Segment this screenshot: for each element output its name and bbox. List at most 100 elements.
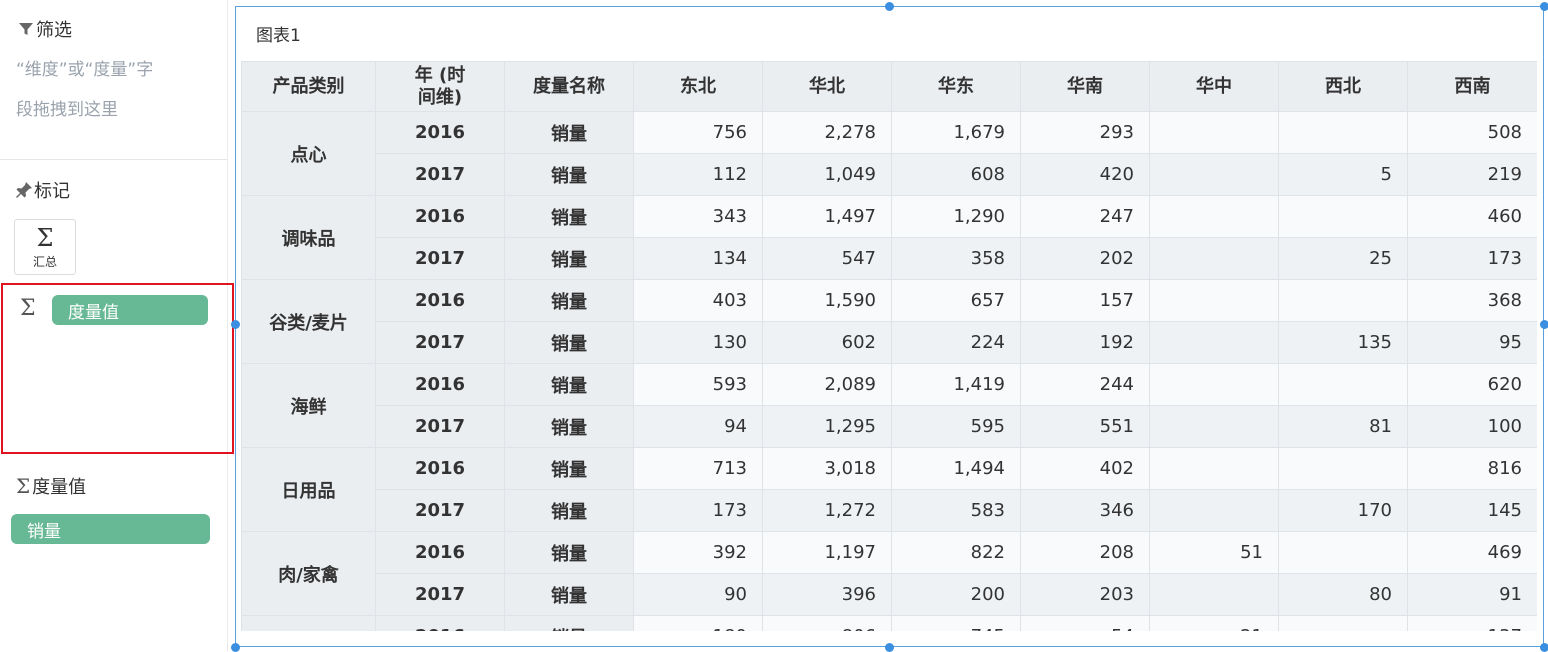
table-row: 2017 销量 90 396 200 203 80 91 bbox=[242, 573, 1537, 616]
value-cell bbox=[1149, 489, 1279, 532]
pivot-table-scroll[interactable]: 产品类别年 (时间维) 度量名称 东北 华北 华东 华南 华中 西北 西南 点心 2016 销量 75… bbox=[241, 61, 1537, 631]
year-cell: 2017 bbox=[375, 321, 505, 364]
value-cell bbox=[1149, 405, 1279, 448]
value-cell: 157 bbox=[1020, 279, 1150, 322]
value-cell bbox=[1278, 111, 1408, 154]
filter-drop-hint[interactable]: “维度”或“度量”字 段拖拽到这里 bbox=[16, 50, 216, 130]
table-body: 点心 2016 销量 756 2,278 1,679 293 508 2017 销量 112 1,04… bbox=[241, 111, 1537, 631]
column-header[interactable]: 西北 bbox=[1278, 61, 1408, 112]
value-cell: 100 bbox=[1407, 405, 1537, 448]
column-header[interactable]: 度量名称 bbox=[504, 61, 634, 112]
measure-name-cell: 销量 bbox=[504, 531, 634, 574]
measure-values-title: 度量值 bbox=[32, 477, 87, 498]
table-row: 调味品 2016 销量 343 1,497 1,290 247 460 bbox=[241, 195, 1537, 280]
value-cell: 2,089 bbox=[762, 363, 892, 406]
column-header[interactable]: 华北 bbox=[762, 61, 892, 112]
category-cell: 海鲜 bbox=[241, 363, 376, 448]
year-cell: 2016 bbox=[375, 195, 505, 238]
value-cell: 583 bbox=[891, 489, 1021, 532]
column-header[interactable]: 西南 bbox=[1407, 61, 1537, 112]
value-cell: 1,494 bbox=[891, 447, 1021, 490]
column-header[interactable]: 东北 bbox=[633, 61, 763, 112]
sigma-icon: Σ bbox=[36, 223, 54, 252]
measure-name-cell: 销量 bbox=[504, 195, 634, 238]
sales-pill[interactable]: 销量 bbox=[11, 514, 210, 544]
value-cell: 593 bbox=[633, 363, 763, 406]
value-cell bbox=[1149, 363, 1279, 406]
value-cell: 1,290 bbox=[891, 195, 1021, 238]
category-cell: 日用品 bbox=[241, 447, 376, 532]
table-row: 点心 2016 销量 756 2,278 1,679 293 508 bbox=[241, 111, 1537, 196]
year-cell: 2016 bbox=[375, 615, 505, 631]
filter-hint-line2: 段拖拽到这里 bbox=[16, 100, 118, 120]
year-cell: 2016 bbox=[375, 279, 505, 322]
resize-handle-top[interactable] bbox=[885, 2, 894, 11]
measure-values-section-title: Σ 度量值 bbox=[16, 473, 86, 499]
column-header[interactable]: 产品类别 bbox=[241, 61, 376, 112]
value-cell bbox=[1149, 195, 1279, 238]
value-cell: 21 bbox=[1149, 615, 1279, 631]
measure-name-cell: 销量 bbox=[504, 363, 634, 406]
filter-section-title: 筛选 bbox=[16, 16, 72, 42]
value-cell: 112 bbox=[633, 153, 763, 196]
category-cell: 肉/家禽 bbox=[241, 531, 376, 616]
value-cell: 54 bbox=[1020, 615, 1150, 631]
year-cell: 2016 bbox=[375, 447, 505, 490]
value-cell: 1,419 bbox=[891, 363, 1021, 406]
value-cell: 396 bbox=[762, 573, 892, 616]
chart-container[interactable]: 图表1 产品类别年 (时间维) 度量名称 东北 华北 华东 华南 华中 西北 西南 点心 2016… bbox=[235, 6, 1544, 647]
value-cell: 170 bbox=[1278, 489, 1408, 532]
value-cell: 551 bbox=[1020, 405, 1150, 448]
resize-handle-right[interactable] bbox=[1540, 320, 1548, 329]
category-cell bbox=[241, 615, 376, 631]
value-cell: 224 bbox=[891, 321, 1021, 364]
category-cell: 点心 bbox=[241, 111, 376, 196]
value-cell: 81 bbox=[1278, 405, 1408, 448]
value-cell: 293 bbox=[1020, 111, 1150, 154]
value-cell: 1,295 bbox=[762, 405, 892, 448]
value-cell bbox=[1278, 279, 1408, 322]
measure-name-cell: 销量 bbox=[504, 279, 634, 322]
value-cell: 200 bbox=[891, 573, 1021, 616]
measure-name-cell: 销量 bbox=[504, 153, 634, 196]
year-cell: 2017 bbox=[375, 489, 505, 532]
value-cell: 469 bbox=[1407, 531, 1537, 574]
year-cell: 2017 bbox=[375, 237, 505, 280]
value-cell: 713 bbox=[633, 447, 763, 490]
value-cell: 51 bbox=[1149, 531, 1279, 574]
value-cell: 1,197 bbox=[762, 531, 892, 574]
column-header[interactable]: 华中 bbox=[1149, 61, 1279, 112]
measure-name-cell: 销量 bbox=[504, 489, 634, 532]
value-cell: 135 bbox=[1278, 321, 1408, 364]
summary-mark-button[interactable]: Σ 汇总 bbox=[14, 219, 76, 275]
value-cell bbox=[1149, 321, 1279, 364]
value-cell: 1,497 bbox=[762, 195, 892, 238]
table-row: 2016销量1808067455421 137 bbox=[241, 615, 1537, 631]
table-row: 谷类/麦片 2016 销量 403 1,590 657 157 368 bbox=[241, 279, 1537, 364]
value-cell: 173 bbox=[1407, 237, 1537, 280]
resize-handle-left[interactable] bbox=[231, 320, 240, 329]
table-header-row: 产品类别年 (时间维) 度量名称 东北 华北 华东 华南 华中 西北 西南 bbox=[241, 61, 1537, 112]
resize-handle-top-right[interactable] bbox=[1540, 2, 1548, 11]
value-cell: 95 bbox=[1407, 321, 1537, 364]
value-cell: 192 bbox=[1020, 321, 1150, 364]
pin-icon bbox=[14, 180, 34, 200]
value-cell bbox=[1278, 531, 1408, 574]
value-cell bbox=[1278, 447, 1408, 490]
column-header[interactable]: 华东 bbox=[891, 61, 1021, 112]
column-header[interactable]: 年 (时间维) bbox=[375, 61, 505, 112]
value-cell: 806 bbox=[762, 615, 892, 631]
value-cell: 145 bbox=[1407, 489, 1537, 532]
table-row: 2017 销量 130 602 224 192 135 95 bbox=[242, 321, 1537, 364]
value-cell: 358 bbox=[891, 237, 1021, 280]
value-cell: 745 bbox=[891, 615, 1021, 631]
category-cell: 调味品 bbox=[241, 195, 376, 280]
measure-name-cell: 销量 bbox=[504, 111, 634, 154]
column-header[interactable]: 华南 bbox=[1020, 61, 1150, 112]
value-cell: 547 bbox=[762, 237, 892, 280]
value-cell: 756 bbox=[633, 111, 763, 154]
filter-hint-line1: “维度”或“度量”字 bbox=[16, 60, 154, 80]
value-cell: 3,018 bbox=[762, 447, 892, 490]
value-cell: 130 bbox=[633, 321, 763, 364]
value-cell: 657 bbox=[891, 279, 1021, 322]
